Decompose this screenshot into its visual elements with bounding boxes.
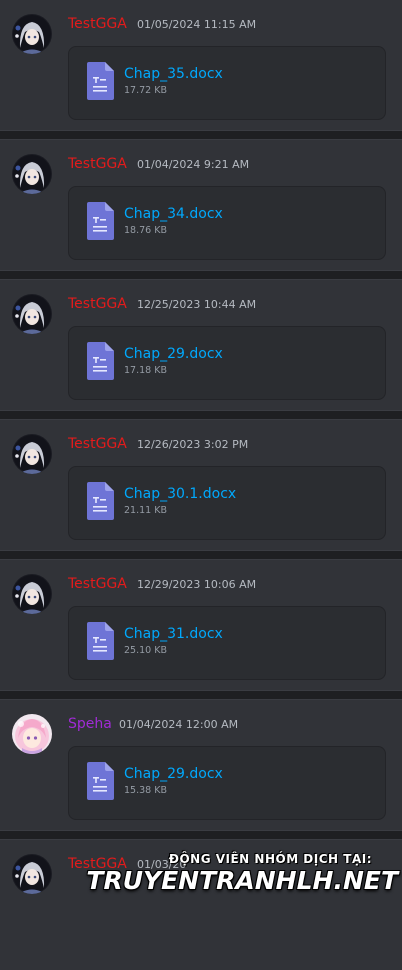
document-file-icon [85, 201, 115, 246]
message-divider [0, 830, 402, 840]
message-divider [0, 410, 402, 420]
message: TestGGA 12/25/2023 10:44 AM Chap_29.docx 17… [0, 280, 402, 410]
message-divider [0, 130, 402, 140]
file-size: 18.76 KB [124, 225, 167, 236]
message-timestamp: 01/05/2024 11:15 AM [137, 18, 257, 31]
silver-hair-avatar[interactable] [12, 154, 52, 194]
message: TestGGA 01/05/2024 11:15 AM Chap_35.docx 17… [0, 0, 402, 130]
message-timestamp: 12/29/2023 10:06 AM [137, 578, 257, 591]
file-name-link[interactable]: Chap_30.1.docx [124, 485, 236, 503]
file-size: 15.38 KB [124, 785, 167, 796]
message-timestamp: 01/03/20 [137, 858, 187, 871]
file-name-link[interactable]: Chap_29.docx [124, 765, 223, 783]
file-name-link[interactable]: Chap_31.docx [124, 625, 223, 643]
document-file-icon [85, 341, 115, 386]
file-attachment[interactable]: Chap_29.docx 17.18 KB [68, 326, 386, 400]
message: TestGGA 12/29/2023 10:06 AM Chap_31.docx 25… [0, 560, 402, 690]
pink-hair-avatar[interactable] [12, 714, 52, 754]
message-timestamp: 01/04/2024 12:00 AM [119, 718, 239, 731]
file-attachment[interactable]: Chap_35.docx 17.72 KB [68, 46, 386, 120]
silver-hair-avatar[interactable] [12, 434, 52, 474]
file-attachment[interactable]: Chap_29.docx 15.38 KB [68, 746, 386, 820]
message: Speha 01/04/2024 12:00 AM Chap_29.docx 15.3… [0, 700, 402, 830]
document-file-icon [85, 61, 115, 106]
author-name[interactable]: TestGGA [68, 435, 127, 453]
author-name[interactable]: TestGGA [68, 15, 127, 33]
document-file-icon [85, 621, 115, 666]
file-name-link[interactable]: Chap_35.docx [124, 65, 223, 83]
message-timestamp: 12/26/2023 3:02 PM [137, 438, 249, 451]
silver-hair-avatar[interactable] [12, 574, 52, 614]
message: TestGGA 01/04/2024 9:21 AM Chap_34.docx 18.… [0, 140, 402, 270]
file-size: 17.72 KB [124, 85, 167, 96]
silver-hair-avatar[interactable] [12, 294, 52, 334]
document-file-icon [85, 761, 115, 806]
message-divider [0, 550, 402, 560]
file-size: 25.10 KB [124, 645, 167, 656]
message-divider [0, 270, 402, 280]
author-name[interactable]: Speha [68, 715, 112, 733]
file-attachment[interactable]: Chap_30.1.docx 21.11 KB [68, 466, 386, 540]
message-timestamp: 01/04/2024 9:21 AM [137, 158, 250, 171]
silver-hair-avatar[interactable] [12, 854, 52, 894]
file-name-link[interactable]: Chap_34.docx [124, 205, 223, 223]
file-size: 21.11 KB [124, 505, 167, 516]
message-timestamp: 12/25/2023 10:44 AM [137, 298, 257, 311]
message: TestGGA 01/03/20 [0, 840, 402, 970]
file-attachment[interactable]: Chap_31.docx 25.10 KB [68, 606, 386, 680]
author-name[interactable]: TestGGA [68, 295, 127, 313]
author-name[interactable]: TestGGA [68, 855, 127, 873]
message: TestGGA 12/26/2023 3:02 PM Chap_30.1.docx 2… [0, 420, 402, 550]
document-file-icon [85, 481, 115, 526]
file-size: 17.18 KB [124, 365, 167, 376]
author-name[interactable]: TestGGA [68, 155, 127, 173]
message-divider [0, 690, 402, 700]
file-attachment[interactable]: Chap_34.docx 18.76 KB [68, 186, 386, 260]
author-name[interactable]: TestGGA [68, 575, 127, 593]
silver-hair-avatar[interactable] [12, 14, 52, 54]
file-name-link[interactable]: Chap_29.docx [124, 345, 223, 363]
